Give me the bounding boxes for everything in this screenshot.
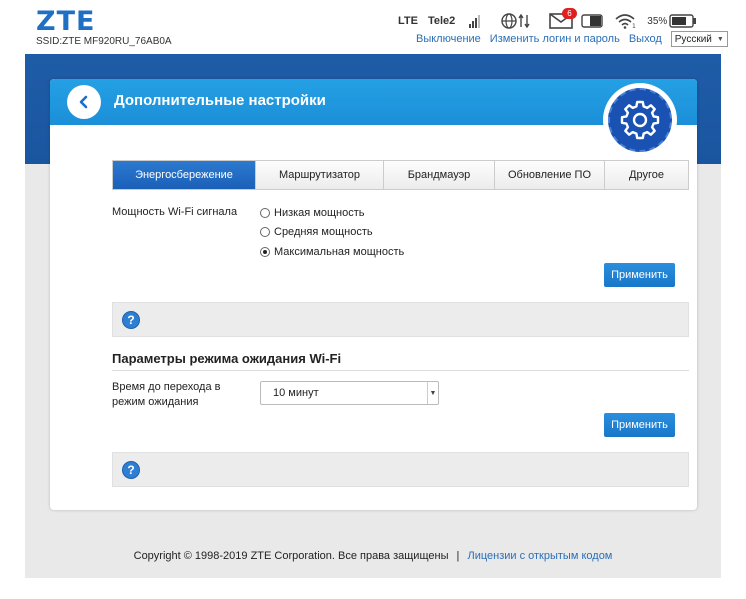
standby-time-label-line2: режим ожидания bbox=[112, 396, 199, 408]
help-bar: ? bbox=[112, 452, 689, 487]
language-value: Русский bbox=[674, 33, 712, 45]
radio-label: Максимальная мощность bbox=[274, 246, 405, 258]
language-select[interactable]: Русский ▼ bbox=[670, 31, 728, 47]
radio-low-power[interactable]: Низкая мощность bbox=[260, 207, 365, 219]
shutdown-link[interactable]: Выключение bbox=[416, 33, 481, 45]
footer-separator: | bbox=[456, 550, 460, 562]
radio-button[interactable] bbox=[260, 227, 270, 237]
help-bar: ? bbox=[112, 302, 689, 337]
radio-max-power[interactable]: Максимальная мощность bbox=[260, 246, 404, 258]
tab-other[interactable]: Другое bbox=[605, 161, 688, 189]
radio-medium-power[interactable]: Средняя мощность bbox=[260, 226, 373, 238]
operator-name: Tele2 bbox=[427, 15, 456, 27]
zte-logo[interactable]: ZTE bbox=[36, 6, 95, 37]
apply-wifi-power-button[interactable]: Применить bbox=[604, 263, 675, 287]
tab-firewall[interactable]: Брандмауэр bbox=[384, 161, 495, 189]
select-value: 10 минут bbox=[273, 387, 319, 399]
section-divider bbox=[112, 370, 689, 371]
settings-tabs: Энергосбережение Маршрутизатор Брандмауэ… bbox=[112, 160, 689, 190]
status-bar: LTE Tele2 6 1 35% bbox=[398, 8, 697, 32]
tab-power-saving[interactable]: Энергосбережение bbox=[113, 161, 256, 189]
radio-label: Низкая мощность bbox=[274, 207, 365, 219]
battery-icon bbox=[669, 14, 697, 28]
data-connection-icon[interactable] bbox=[501, 12, 535, 30]
ssid-label: SSID:ZTE MF920RU_76AB0A bbox=[36, 36, 172, 47]
signal-strength-icon bbox=[469, 14, 481, 28]
tab-firmware-update[interactable]: Обновление ПО bbox=[495, 161, 605, 189]
help-icon[interactable]: ? bbox=[122, 461, 140, 479]
licenses-link[interactable]: Лицензии с открытым кодом bbox=[467, 550, 612, 562]
chevron-left-icon bbox=[77, 95, 91, 109]
wifi-icon: 1 bbox=[615, 13, 637, 30]
wifi-power-label: Мощность Wi-Fi сигнала bbox=[112, 206, 238, 218]
gear-icon bbox=[608, 88, 672, 152]
sim-card-icon bbox=[581, 14, 603, 28]
settings-card: Дополнительные настройки Энергосбережени… bbox=[50, 79, 697, 510]
chevron-down-icon: ▼ bbox=[427, 382, 438, 404]
footer: Copyright © 1998-2019 ZTE Corporation. В… bbox=[0, 550, 746, 562]
settings-badge bbox=[603, 83, 677, 157]
copyright-text: Copyright © 1998-2019 ZTE Corporation. В… bbox=[133, 550, 449, 562]
logout-link[interactable]: Выход bbox=[629, 33, 662, 45]
chevron-down-icon: ▼ bbox=[716, 35, 724, 43]
back-button[interactable] bbox=[67, 85, 101, 119]
svg-text:1: 1 bbox=[632, 23, 636, 29]
tab-router[interactable]: Маршрутизатор bbox=[256, 161, 384, 189]
change-login-link[interactable]: Изменить логин и пароль bbox=[490, 33, 620, 45]
sms-icon[interactable]: 6 bbox=[549, 8, 577, 29]
section-title: Параметры режима ожидания Wi-Fi bbox=[112, 351, 342, 366]
radio-label: Средняя мощность bbox=[274, 226, 373, 238]
header-links: Выключение Изменить логин и пароль Выход… bbox=[416, 31, 728, 47]
page-title: Дополнительные настройки bbox=[114, 92, 326, 109]
standby-time-select[interactable]: 10 минут ▼ bbox=[260, 381, 439, 405]
help-icon[interactable]: ? bbox=[122, 311, 140, 329]
standby-time-label-line1: Время до перехода в bbox=[112, 381, 221, 393]
radio-button[interactable] bbox=[260, 208, 270, 218]
battery-percent: 35% bbox=[647, 15, 668, 27]
sms-count-badge: 6 bbox=[562, 8, 577, 19]
network-type: LTE bbox=[398, 15, 418, 27]
top-header: ZTE SSID:ZTE MF920RU_76AB0A LTE Tele2 6 … bbox=[0, 0, 746, 54]
card-header: Дополнительные настройки bbox=[50, 79, 697, 125]
apply-standby-button[interactable]: Применить bbox=[604, 413, 675, 437]
radio-button[interactable] bbox=[260, 247, 270, 257]
